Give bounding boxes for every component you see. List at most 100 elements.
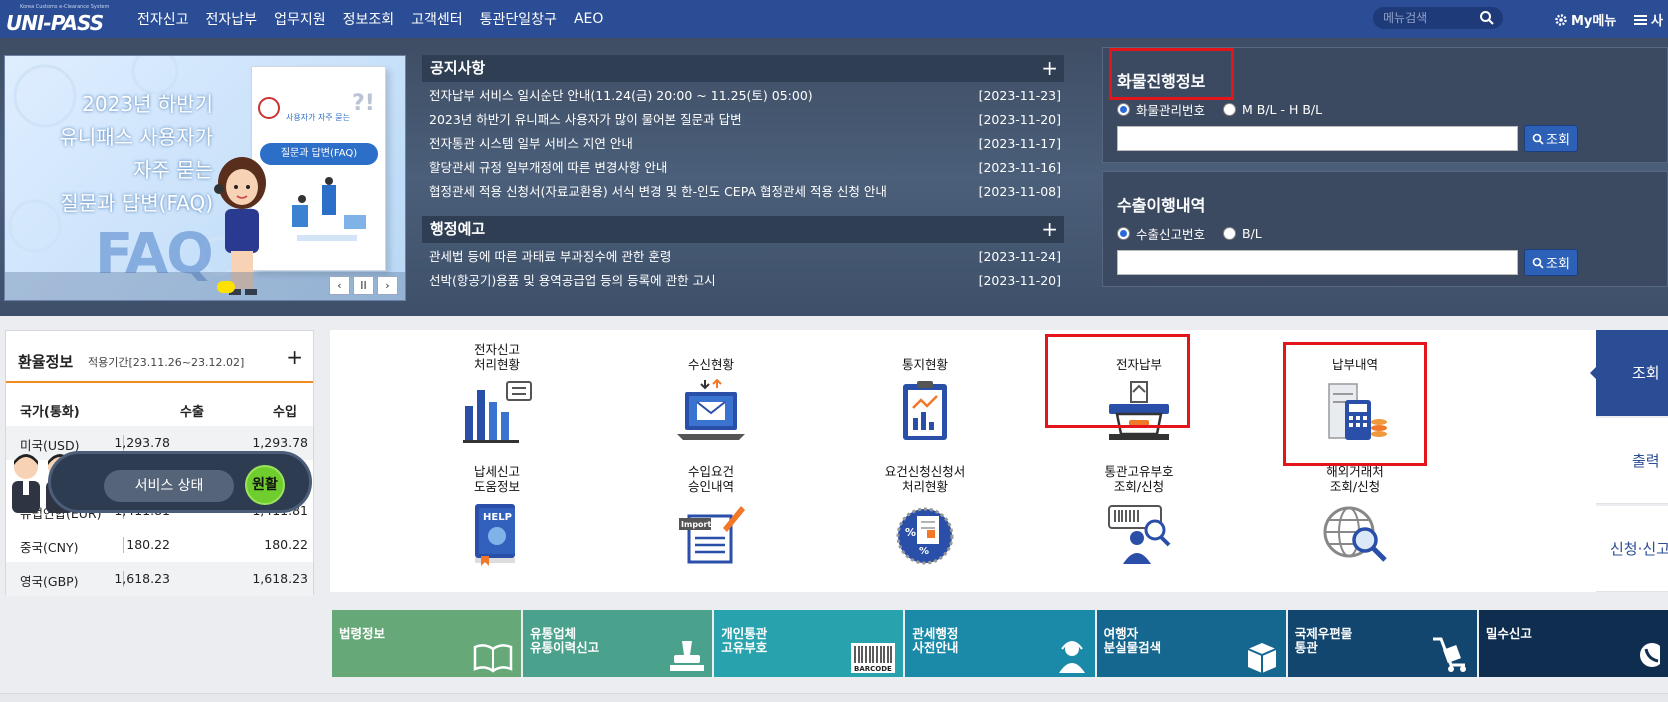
quick-link-bar: 법령정보 유통업체 유통이력신고 개인통관 고유부호 BARCODE 관세행정 … [332, 610, 1668, 677]
service-side-tabs: 조회 출력 신청·신고 [1590, 330, 1668, 592]
svg-text:%: % [905, 526, 916, 539]
quick-link-law-info[interactable]: 법령정보 [332, 610, 522, 677]
rate-header: 환율정보 적용기간[23.11.26~23.12.02] + [6, 331, 313, 383]
admin-item[interactable]: 선박(항공기)용품 및 용역공급업 등의 등록에 관한 고시 [2023-11-2… [422, 269, 1064, 293]
rate-more-button[interactable]: + [286, 345, 303, 369]
nav-aeo[interactable]: AEO [574, 11, 603, 27]
nav-e-declaration[interactable]: 전자신고 [137, 9, 189, 29]
service-menu-grid: 전자신고 처리현황 수신현황 통지현황 전자납부 납부내역 납세신고 도움정보 … [330, 330, 1596, 592]
service-payment-history[interactable]: 납부내역 [1280, 340, 1430, 444]
tab-print[interactable]: 출력 [1596, 418, 1668, 504]
top-navigation-bar: Korea Customs e-Clearance System UNI-PAS… [0, 0, 1668, 38]
gear-icon [1555, 13, 1567, 26]
laptop-mail-icon [677, 378, 745, 440]
service-customs-code-lookup[interactable]: 통관고유부호 조회/신청 [1064, 462, 1214, 566]
admin-header: 행정예고 + [422, 216, 1064, 243]
admin-item[interactable]: 관세법 등에 따른 과태료 부과징수에 관한 훈령 [2023-11-24] [422, 245, 1064, 269]
service-tax-declaration-help[interactable]: 납세신고 도움정보 HELP [422, 462, 572, 566]
export-history-panel: 수출이행내역 수출신고번호 B/L 조회 [1102, 171, 1668, 287]
quick-link-personal-customs-code[interactable]: 개인통관 고유부호 BARCODE [714, 610, 904, 677]
menu-search [1373, 7, 1503, 29]
sitemap-button[interactable]: 사 [1634, 10, 1663, 29]
export-title: 수출이행내역 [1117, 196, 1206, 215]
quick-link-postal-clearance[interactable]: 국제우편물 통관 [1287, 610, 1477, 677]
payment-terminal-icon [1109, 381, 1169, 440]
status-label: 서비스 상태 [104, 470, 234, 502]
col-country: 국가(통화) [20, 405, 80, 420]
faq-banner[interactable]: 2023년 하반기 유니패스 사용자가 자주 묻는 질문과 답변(FAQ) FA… [4, 55, 406, 301]
notice-item[interactable]: 협정관세 적용 신청서(자료교환용) 서식 변경 및 한-인도 CEPA 협정관… [422, 180, 1064, 204]
nav-single-window[interactable]: 통관단일창구 [480, 9, 557, 29]
percent-gauge-icon: % % [896, 507, 954, 565]
barcode-icon: BARCODE [851, 643, 896, 673]
admin-more-button[interactable]: + [1041, 216, 1058, 243]
quick-link-smuggling-report[interactable]: 밀수신고 [1478, 610, 1668, 677]
col-import: 수입 [273, 405, 297, 420]
cargo-title: 화물진행정보 [1117, 72, 1206, 91]
rate-period: 적용기간[23.11.26~23.12.02] [88, 356, 245, 369]
hand-truck-icon [1432, 637, 1466, 672]
banner-pause-button[interactable]: II [353, 276, 374, 295]
admin-title: 행정예고 [430, 220, 486, 238]
menu-search-input[interactable] [1383, 9, 1473, 27]
notice-header: 공지사항 + [422, 55, 1064, 82]
status-pill: 서비스 상태 원활 [48, 451, 312, 513]
nav-info-lookup[interactable]: 정보조회 [343, 9, 395, 29]
service-e-payment[interactable]: 전자납부 [1064, 340, 1214, 444]
notice-item[interactable]: 전자납부 서비스 일시순단 안내(11.24(금) 20:00 ~ 11.25(… [422, 84, 1064, 108]
service-import-requirement-approval[interactable]: 수입요건 승인내역 Import [636, 462, 786, 566]
my-menu-button[interactable]: My메뉴 [1554, 10, 1616, 29]
notice-more-button[interactable]: + [1041, 55, 1058, 82]
sitemap-label: 사 [1651, 14, 1663, 29]
service-overseas-partner-lookup[interactable]: 해외거래처 조회/신청 [1280, 462, 1430, 566]
customs-emblem-icon [258, 97, 280, 119]
logo-subtitle: Korea Customs e-Clearance System [20, 4, 110, 10]
banner-title: 2023년 하반기 유니패스 사용자가 자주 묻는 질문과 답변(FAQ) [59, 92, 213, 215]
search-icon [1532, 133, 1544, 145]
search-icon[interactable] [1479, 10, 1495, 26]
notice-item[interactable]: 전자통관 시스템 일부 서비스 지연 안내 [2023-11-17] [422, 132, 1064, 156]
stamp-icon [670, 641, 705, 671]
export-search-button[interactable]: 조회 [1524, 249, 1578, 276]
tab-application[interactable]: 신청·신고 [1596, 506, 1668, 592]
service-requirement-application-status[interactable]: 요건신청신청서 처리현황 % % [850, 462, 1000, 566]
barcode-person-icon [1108, 505, 1171, 564]
radio-export-number[interactable]: 수출신고번호 [1117, 224, 1205, 243]
notice-item[interactable]: 할당관세 규정 일부개정에 따른 변경사항 안내 [2023-11-16] [422, 156, 1064, 180]
export-number-input[interactable] [1117, 250, 1518, 275]
banner-next-button[interactable]: › [377, 276, 398, 295]
bar-chart-icon [463, 381, 532, 443]
svg-text:HELP: HELP [483, 512, 512, 523]
banner-indicator-dot[interactable] [217, 281, 235, 293]
status-value-badge: 원활 [245, 465, 285, 505]
nav-e-payment[interactable]: 전자납부 [206, 9, 258, 29]
my-menu-label: My메뉴 [1571, 14, 1617, 29]
service-receive-status[interactable]: 수신현황 [636, 340, 786, 444]
service-status-widget[interactable]: 서비스 상태 원활 [0, 443, 312, 519]
book-caption: 사용자가 자주 묻는 [286, 113, 350, 122]
cargo-search-button[interactable]: 조회 [1524, 125, 1578, 152]
radio-mbl-hbl[interactable]: M B/L - H B/L [1223, 102, 1322, 117]
nav-work-support[interactable]: 업무지원 [274, 9, 326, 29]
service-notice-status[interactable]: 통지현황 [850, 340, 1000, 444]
question-mark-icon: ?! [352, 91, 375, 116]
clipboard-chart-icon [903, 381, 947, 440]
nav-customer-center[interactable]: 고객센터 [411, 9, 463, 29]
admin-notice-board: 행정예고 + 관세법 등에 따른 과태료 부과징수에 관한 훈령 [2023-11… [422, 216, 1064, 293]
tab-lookup[interactable]: 조회 [1596, 330, 1668, 416]
radio-bl[interactable]: B/L [1223, 226, 1262, 241]
unipass-logo[interactable]: Korea Customs e-Clearance System UNI-PAS… [6, 4, 110, 35]
quick-link-customs-preview[interactable]: 관세행정 사전안내 [905, 610, 1095, 677]
radio-cargo-number[interactable]: 화물관리번호 [1117, 100, 1205, 119]
service-e-declaration-status[interactable]: 전자신고 처리현황 [422, 340, 572, 444]
help-book-icon: HELP [475, 504, 515, 566]
quick-link-lost-and-found[interactable]: 여행자 분실물검색 [1096, 610, 1286, 677]
book-title: 질문과 답변(FAQ) [260, 143, 378, 165]
banner-prev-button[interactable]: ‹ [329, 276, 350, 295]
cargo-number-input[interactable] [1117, 126, 1518, 151]
page-bottom-border [0, 693, 1668, 702]
people-illustration [292, 177, 366, 241]
quick-link-distribution-report[interactable]: 유통업체 유통이력신고 [523, 610, 713, 677]
notice-item[interactable]: 2023년 하반기 유니패스 사용자가 많이 물어본 질문과 답변 [2023-1… [422, 108, 1064, 132]
package-icon [1247, 643, 1277, 673]
